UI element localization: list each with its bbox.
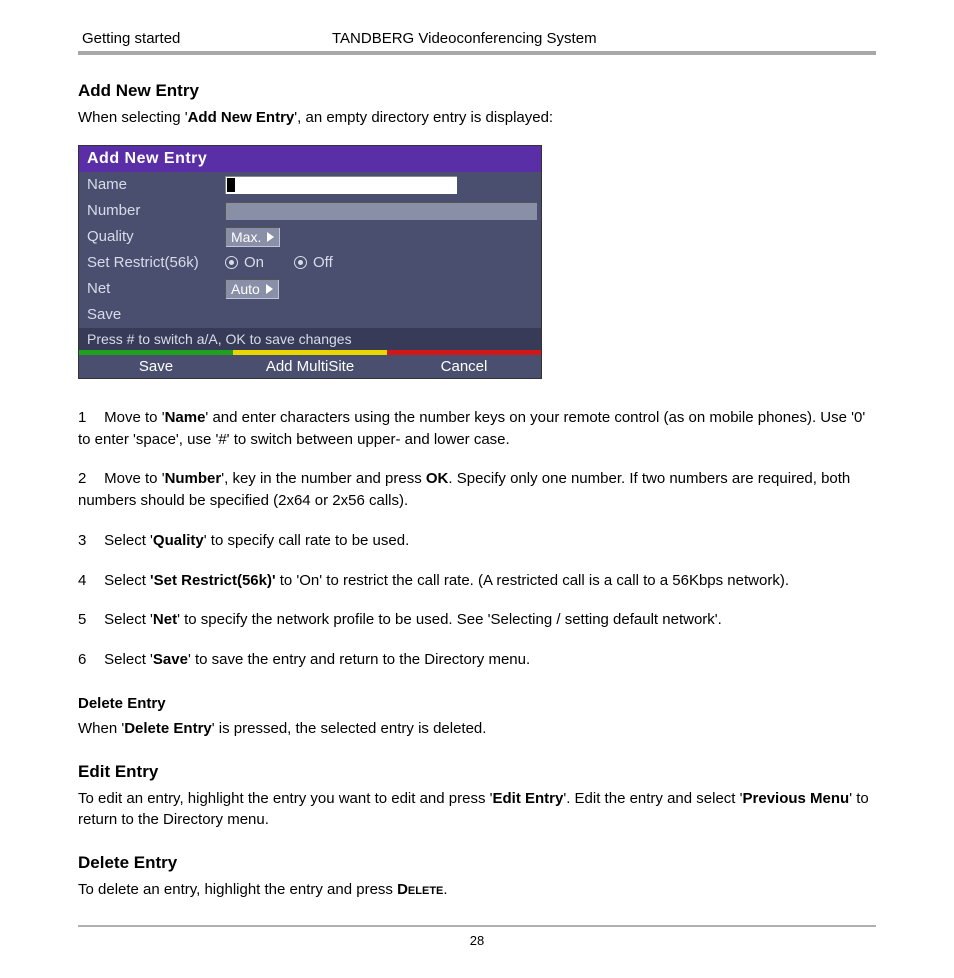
header-product-name: TANDBERG Videoconferencing System xyxy=(332,30,872,47)
radio-off-icon xyxy=(294,256,307,269)
row-number: Number xyxy=(79,198,541,224)
label-quality: Quality xyxy=(87,228,225,245)
heading-edit-entry: Edit Entry xyxy=(78,762,876,782)
page-number: 28 xyxy=(78,933,876,948)
header-section-name: Getting started xyxy=(82,30,332,47)
chevron-right-icon xyxy=(267,232,274,242)
step-6: 6 Select 'Save' to save the entry and re… xyxy=(78,649,876,671)
heading-delete-entry: Delete Entry xyxy=(78,853,876,873)
dropdown-quality-value: Max. xyxy=(231,229,261,245)
step-1: 1 Move to 'Name' and enter characters us… xyxy=(78,407,876,451)
save-button[interactable]: Save xyxy=(79,350,233,378)
heading-add-new-entry: Add New Entry xyxy=(78,81,876,101)
row-name: Name xyxy=(79,172,541,198)
delete-entry-text: When 'Delete Entry' is pressed, the sele… xyxy=(78,718,876,740)
intro-text: When selecting 'Add New Entry', an empty… xyxy=(78,107,876,129)
radio-restrict-on[interactable]: On xyxy=(225,254,264,271)
row-restrict: Set Restrict(56k) On Off xyxy=(79,250,541,276)
dropdown-net[interactable]: Auto xyxy=(225,279,279,299)
row-quality: Quality Max. xyxy=(79,224,541,250)
row-net: Net Auto xyxy=(79,276,541,302)
radio-on-icon xyxy=(225,256,238,269)
dialog-add-new-entry: Add New Entry Name Number Quality xyxy=(78,145,542,379)
dropdown-net-value: Auto xyxy=(231,281,260,297)
footer-rule xyxy=(78,925,876,927)
delete-entry-text-2: To delete an entry, highlight the entry … xyxy=(78,879,876,901)
page-header: Getting started TANDBERG Videoconferenci… xyxy=(78,30,876,47)
add-multisite-button[interactable]: Add MultiSite xyxy=(233,350,387,378)
chevron-right-icon xyxy=(266,284,273,294)
dropdown-quality[interactable]: Max. xyxy=(225,227,280,247)
dialog-button-bar: Save Add MultiSite Cancel xyxy=(79,350,541,378)
dialog-hint: Press # to switch a/A, OK to save change… xyxy=(79,328,541,350)
step-2: 2 Move to 'Number', key in the number an… xyxy=(78,468,876,512)
row-save: Save xyxy=(79,302,541,328)
step-4: 4 Select 'Set Restrict(56k)' to 'On' to … xyxy=(78,570,876,592)
step-5: 5 Select 'Net' to specify the network pr… xyxy=(78,609,876,631)
header-rule xyxy=(78,51,876,55)
edit-entry-text: To edit an entry, highlight the entry yo… xyxy=(78,788,876,832)
label-number: Number xyxy=(87,202,225,219)
subheading-delete-entry: Delete Entry xyxy=(78,695,876,712)
dialog-title: Add New Entry xyxy=(79,146,541,172)
step-3: 3 Select 'Quality' to specify call rate … xyxy=(78,530,876,552)
text-cursor-icon xyxy=(227,178,235,192)
label-name: Name xyxy=(87,176,225,193)
label-net: Net xyxy=(87,280,225,297)
label-save[interactable]: Save xyxy=(87,306,225,323)
input-number[interactable] xyxy=(225,202,537,220)
radio-restrict-off[interactable]: Off xyxy=(294,254,333,271)
cancel-button[interactable]: Cancel xyxy=(387,350,541,378)
label-restrict: Set Restrict(56k) xyxy=(87,254,225,271)
input-name[interactable] xyxy=(225,176,457,194)
